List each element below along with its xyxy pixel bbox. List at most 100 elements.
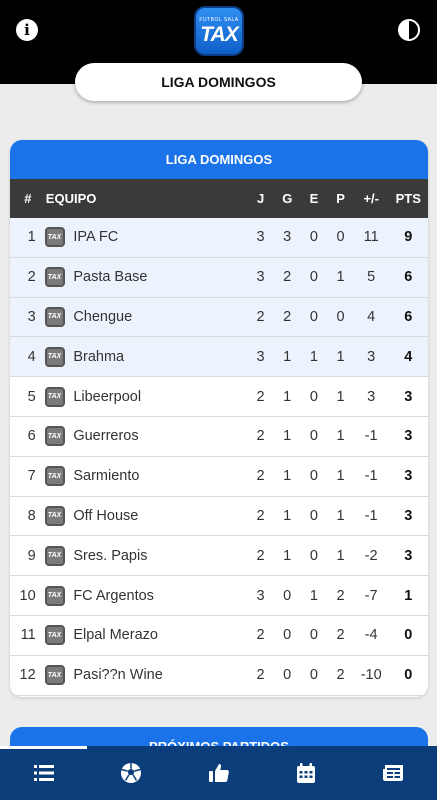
played-cell: 2 bbox=[256, 308, 265, 325]
points-cell: 6 bbox=[404, 308, 413, 325]
drawn-cell: 0 bbox=[309, 507, 318, 524]
points-cell: 1 bbox=[404, 587, 413, 604]
league-selector[interactable]: LIGA DOMINGOS bbox=[75, 63, 362, 101]
won-cell: 1 bbox=[283, 388, 292, 405]
col-p: P bbox=[336, 191, 345, 206]
table-row[interactable]: 8 TAX Off House 2 1 0 1 -1 3 bbox=[10, 497, 428, 537]
team-shield: TAX bbox=[40, 426, 70, 447]
team-shield: TAX bbox=[40, 665, 70, 686]
pos-cell: 2 bbox=[27, 269, 36, 286]
team-shield-icon: TAX bbox=[44, 505, 65, 526]
played-cell: 3 bbox=[256, 269, 265, 286]
col-e: E bbox=[309, 191, 319, 206]
won-cell: 0 bbox=[283, 627, 292, 644]
team-name: FC Argentos bbox=[73, 587, 154, 604]
team-shield-icon: TAX bbox=[44, 267, 65, 288]
won-cell: 3 bbox=[283, 229, 292, 246]
goal-diff-cell: -2 bbox=[364, 547, 378, 564]
drawn-cell: 0 bbox=[309, 547, 318, 564]
lost-cell: 1 bbox=[336, 388, 345, 405]
team-shield: TAX bbox=[40, 505, 70, 526]
pos-cell: 5 bbox=[27, 388, 36, 405]
team-shield: TAX bbox=[40, 625, 70, 646]
bottom-nav bbox=[0, 746, 437, 800]
team-name: IPA FC bbox=[73, 229, 119, 246]
team-name: Guerreros bbox=[73, 428, 139, 445]
lost-cell: 2 bbox=[336, 587, 345, 604]
lost-cell: 0 bbox=[336, 229, 345, 246]
team-name: Pasi??n Wine bbox=[73, 667, 163, 684]
table-row[interactable]: 5 TAX Libeerpool 2 1 0 1 3 3 bbox=[10, 377, 428, 417]
drawn-cell: 1 bbox=[309, 348, 318, 365]
pos-cell: 10 bbox=[19, 587, 36, 604]
drawn-cell: 0 bbox=[309, 308, 318, 325]
table-row[interactable]: 6 TAX Guerreros 2 1 0 1 -1 3 bbox=[10, 417, 428, 457]
nav-news[interactable] bbox=[350, 746, 437, 800]
app-logo: FUTBOL SALA TAX bbox=[194, 6, 244, 56]
pos-cell: 6 bbox=[27, 428, 36, 445]
team-shield: TAX bbox=[40, 545, 70, 566]
pos-cell: 9 bbox=[27, 547, 36, 564]
drawn-cell: 0 bbox=[309, 269, 318, 286]
team-shield-icon: TAX bbox=[44, 306, 65, 327]
thumbs-up-icon bbox=[208, 764, 229, 782]
drawn-cell: 0 bbox=[309, 468, 318, 485]
pos-cell: 3 bbox=[27, 308, 36, 325]
won-cell: 1 bbox=[283, 547, 292, 564]
won-cell: 0 bbox=[283, 587, 292, 604]
table-row[interactable]: 11 TAX Elpal Merazo 2 0 0 2 -4 0 bbox=[10, 616, 428, 656]
nav-likes[interactable] bbox=[175, 746, 262, 800]
table-row[interactable]: 12 TAX Pasi??n Wine 2 0 0 2 -10 0 bbox=[10, 656, 428, 696]
drawn-cell: 0 bbox=[309, 627, 318, 644]
standings-card: LIGA DOMINGOS # EQUIPO J G E P +/- PTS 1… bbox=[10, 140, 428, 697]
drawn-cell: 0 bbox=[309, 667, 318, 684]
team-shield-icon: TAX bbox=[44, 426, 65, 447]
points-cell: 3 bbox=[404, 388, 413, 405]
table-row[interactable]: 7 TAX Sarmiento 2 1 0 1 -1 3 bbox=[10, 457, 428, 497]
goal-diff-cell: 4 bbox=[367, 308, 376, 325]
team-name: Libeerpool bbox=[73, 388, 142, 405]
news-icon bbox=[383, 765, 404, 781]
table-row[interactable]: 1 TAX IPA FC 3 3 0 0 11 9 bbox=[10, 218, 428, 258]
team-shield-icon: TAX bbox=[44, 625, 65, 646]
lost-cell: 1 bbox=[336, 547, 345, 564]
table-row[interactable]: 10 TAX FC Argentos 3 0 1 2 -7 1 bbox=[10, 576, 428, 616]
team-shield-icon: TAX bbox=[44, 585, 65, 606]
team-shield-icon: TAX bbox=[44, 346, 65, 367]
pos-cell: 12 bbox=[19, 667, 36, 684]
nav-calendar[interactable] bbox=[262, 746, 349, 800]
nav-standings[interactable] bbox=[0, 746, 88, 800]
won-cell: 1 bbox=[283, 468, 292, 485]
lost-cell: 1 bbox=[336, 507, 345, 524]
col-dif: +/- bbox=[363, 191, 379, 206]
table-row[interactable]: 4 TAX Brahma 3 1 1 1 3 4 bbox=[10, 337, 428, 378]
played-cell: 3 bbox=[256, 348, 265, 365]
drawn-cell: 0 bbox=[309, 428, 318, 445]
table-row[interactable]: 3 TAX Chengue 2 2 0 0 4 6 bbox=[10, 297, 428, 338]
lost-cell: 1 bbox=[336, 468, 345, 485]
drawn-cell: 0 bbox=[309, 388, 318, 405]
goal-diff-cell: 3 bbox=[367, 388, 376, 405]
team-name: Sres. Papis bbox=[73, 547, 148, 564]
points-cell: 0 bbox=[404, 667, 413, 684]
table-row[interactable]: 9 TAX Sres. Papis 2 1 0 1 -2 3 bbox=[10, 536, 428, 577]
lost-cell: 1 bbox=[336, 269, 345, 286]
info-icon[interactable]: i bbox=[16, 19, 38, 41]
standings-table-header: # EQUIPO J G E P +/- PTS bbox=[10, 179, 428, 218]
played-cell: 2 bbox=[256, 428, 265, 445]
points-cell: 4 bbox=[404, 348, 413, 365]
won-cell: 0 bbox=[283, 667, 292, 684]
points-cell: 3 bbox=[404, 468, 413, 485]
goal-diff-cell: 11 bbox=[363, 229, 379, 246]
table-row[interactable]: 2 TAX Pasta Base 3 2 0 1 5 6 bbox=[10, 257, 428, 298]
won-cell: 1 bbox=[283, 428, 292, 445]
pos-cell: 7 bbox=[27, 468, 36, 485]
won-cell: 2 bbox=[283, 308, 292, 325]
soccer-ball-icon bbox=[121, 763, 142, 783]
contrast-toggle-icon[interactable] bbox=[398, 19, 420, 41]
drawn-cell: 1 bbox=[309, 587, 318, 604]
points-cell: 3 bbox=[404, 507, 413, 524]
pos-cell: 11 bbox=[20, 627, 36, 644]
nav-matches[interactable] bbox=[87, 746, 174, 800]
goal-diff-cell: 3 bbox=[367, 348, 376, 365]
